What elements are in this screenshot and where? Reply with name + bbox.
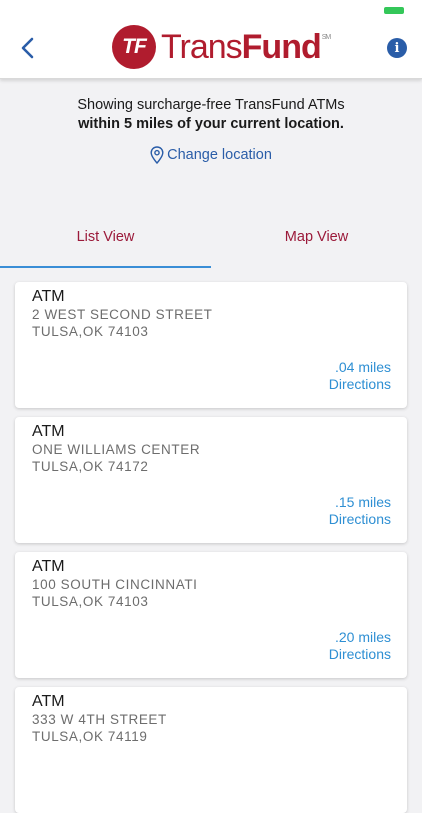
- atm-address: 100 SOUTH CINCINNATI TULSA,OK 74103: [32, 576, 198, 610]
- chevron-left-icon: [21, 37, 34, 59]
- back-button[interactable]: [16, 32, 44, 64]
- logo-trans: Trans: [161, 27, 243, 66]
- logo-wordmark: Trans Fund SM: [161, 27, 331, 67]
- atm-list-item[interactable]: ATM 2 WEST SECOND STREET TULSA,OK 74103 …: [15, 282, 407, 408]
- location-pin-icon: [150, 146, 164, 164]
- logo-fund: Fund: [241, 27, 322, 66]
- atm-city: TULSA,OK 74103: [32, 594, 149, 609]
- tab-list-view[interactable]: List View: [0, 206, 211, 268]
- atm-city: TULSA,OK 74103: [32, 324, 149, 339]
- battery-indicator: [384, 7, 404, 14]
- info-button[interactable]: i: [387, 38, 407, 58]
- directions-link[interactable]: Directions: [329, 646, 391, 663]
- tab-list-view-label: List View: [76, 229, 135, 245]
- atm-distance-block: .20 miles Directions: [329, 629, 391, 663]
- atm-street: 2 WEST SECOND STREET: [32, 307, 213, 322]
- directions-link[interactable]: Directions: [329, 376, 391, 393]
- change-location-label: Change location: [167, 147, 272, 163]
- atm-street: 333 W 4TH STREET: [32, 712, 167, 727]
- info-line-1: Showing surcharge-free TransFund ATMs: [77, 97, 345, 113]
- atm-street: ONE WILLIAMS CENTER: [32, 442, 201, 457]
- atm-list-item[interactable]: ATM 100 SOUTH CINCINNATI TULSA,OK 74103 …: [15, 552, 407, 678]
- view-tabs: List View Map View: [0, 206, 422, 268]
- atm-distance: .20 miles: [334, 629, 391, 645]
- atm-list-item[interactable]: ATM ONE WILLIAMS CENTER TULSA,OK 74172 .…: [15, 417, 407, 543]
- tab-map-view-label: Map View: [284, 229, 349, 245]
- atm-distance: .04 miles: [334, 359, 391, 375]
- search-info: Showing surcharge-free TransFund ATMs wi…: [0, 96, 422, 134]
- tab-map-view[interactable]: Map View: [211, 206, 422, 268]
- info-line-2: within 5 miles of your current location.: [78, 116, 344, 132]
- directions-link[interactable]: Directions: [329, 511, 391, 528]
- header-bar: TF Trans Fund SM i: [0, 0, 422, 79]
- atm-distance: .15 miles: [334, 494, 391, 510]
- atm-city: TULSA,OK 74172: [32, 459, 149, 474]
- atm-distance-block: .15 miles Directions: [329, 494, 391, 528]
- change-location-link[interactable]: Change location: [0, 146, 422, 164]
- atm-city: TULSA,OK 74119: [32, 729, 148, 744]
- atm-distance-block: .04 miles Directions: [329, 359, 391, 393]
- logo-service-mark: SM: [321, 33, 331, 41]
- logo-badge: TF: [112, 25, 156, 69]
- atm-title: ATM: [32, 693, 65, 710]
- atm-address: ONE WILLIAMS CENTER TULSA,OK 74172: [32, 441, 200, 475]
- atm-address: 333 W 4TH STREET TULSA,OK 74119: [32, 711, 167, 745]
- atm-title: ATM: [32, 558, 65, 575]
- atm-address: 2 WEST SECOND STREET TULSA,OK 74103: [32, 306, 213, 340]
- atm-title: ATM: [32, 288, 65, 305]
- atm-title: ATM: [32, 423, 65, 440]
- transfund-logo: TF Trans Fund SM: [112, 24, 331, 70]
- atm-list-item[interactable]: ATM 333 W 4TH STREET TULSA,OK 74119: [15, 687, 407, 813]
- info-icon: i: [394, 40, 400, 56]
- atm-street: 100 SOUTH CINCINNATI: [32, 577, 198, 592]
